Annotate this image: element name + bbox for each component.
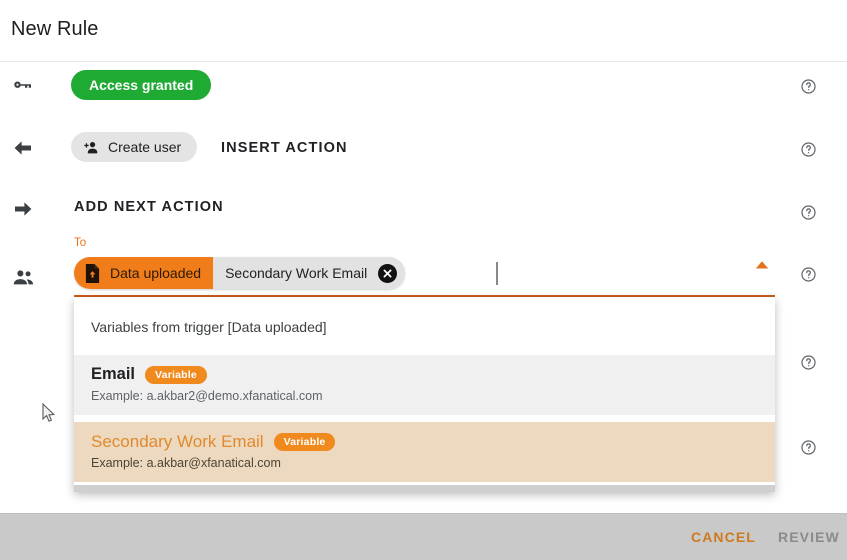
variable-badge: Variable: [145, 365, 207, 384]
to-field-label: To: [74, 237, 87, 249]
dialog-header: New Rule: [0, 0, 847, 62]
help-icon[interactable]: [800, 439, 817, 456]
arrow-left-icon: [10, 135, 36, 161]
help-icon[interactable]: [800, 141, 817, 158]
new-rule-dialog: New Rule Access granted Create user INSE…: [0, 0, 847, 560]
person-add-icon: [81, 138, 100, 157]
variable-option-title: Secondary Work Email: [91, 432, 264, 451]
cancel-button[interactable]: CANCEL: [691, 529, 756, 545]
variable-option-example: Example: a.akbar@xfanatical.com: [91, 456, 281, 470]
mouse-cursor: [42, 402, 56, 423]
add-next-action-label[interactable]: ADD NEXT ACTION: [74, 199, 224, 215]
variable-option-example: Example: a.akbar2@demo.xfanatical.com: [91, 389, 323, 403]
help-icon[interactable]: [800, 78, 817, 95]
rule-row-action: Create user INSERT ACTION: [0, 128, 847, 180]
close-circle-icon[interactable]: [378, 263, 398, 283]
insert-action-label[interactable]: INSERT ACTION: [221, 140, 348, 156]
review-button[interactable]: REVIEW: [778, 529, 840, 545]
secondary-work-email-token[interactable]: Secondary Work Email: [213, 257, 406, 289]
data-uploaded-token[interactable]: Data uploaded: [74, 257, 214, 289]
secondary-work-email-token-label: Secondary Work Email: [225, 265, 368, 281]
help-icon[interactable]: [800, 266, 817, 283]
recipient-token-group[interactable]: Data uploaded Secondary Work Email: [74, 257, 406, 289]
variable-badge: Variable: [273, 433, 336, 451]
variable-option-email[interactable]: Email Variable Example: a.akbar2@demo.xf…: [74, 355, 775, 415]
file-upload-icon: [84, 263, 101, 283]
variables-dropdown-header: Variables from trigger [Data uploaded]: [91, 319, 327, 335]
variable-option-title-row: Secondary Work Email Variable: [91, 432, 336, 452]
help-icon[interactable]: [800, 204, 817, 221]
variables-dropdown: Variables from trigger [Data uploaded] E…: [74, 297, 775, 492]
key-icon: [10, 72, 36, 98]
data-uploaded-token-label: Data uploaded: [110, 265, 202, 281]
variable-option-title-row: Email Variable: [91, 365, 207, 384]
dialog-footer: CANCEL REVIEW: [0, 513, 847, 560]
create-user-chip-label: Create user: [108, 139, 182, 155]
people-icon: [10, 264, 36, 290]
rule-row-add-next: ADD NEXT ACTION: [0, 190, 847, 240]
arrow-right-icon: [10, 196, 36, 222]
text-caret: [496, 262, 498, 285]
variable-option-title: Email: [91, 365, 136, 383]
page-title: New Rule: [11, 18, 99, 40]
variable-option-secondary-work-email[interactable]: Secondary Work Email Variable Example: a…: [74, 422, 775, 482]
create-user-chip[interactable]: Create user: [71, 132, 198, 162]
chevron-up-icon[interactable]: [753, 258, 771, 272]
dropdown-scroll-footer[interactable]: [74, 485, 775, 492]
rule-row-trigger: Access granted: [0, 67, 847, 117]
access-granted-chip[interactable]: Access granted: [71, 70, 212, 100]
help-icon[interactable]: [800, 354, 817, 371]
to-field[interactable]: Data uploaded Secondary Work Email: [74, 255, 775, 291]
